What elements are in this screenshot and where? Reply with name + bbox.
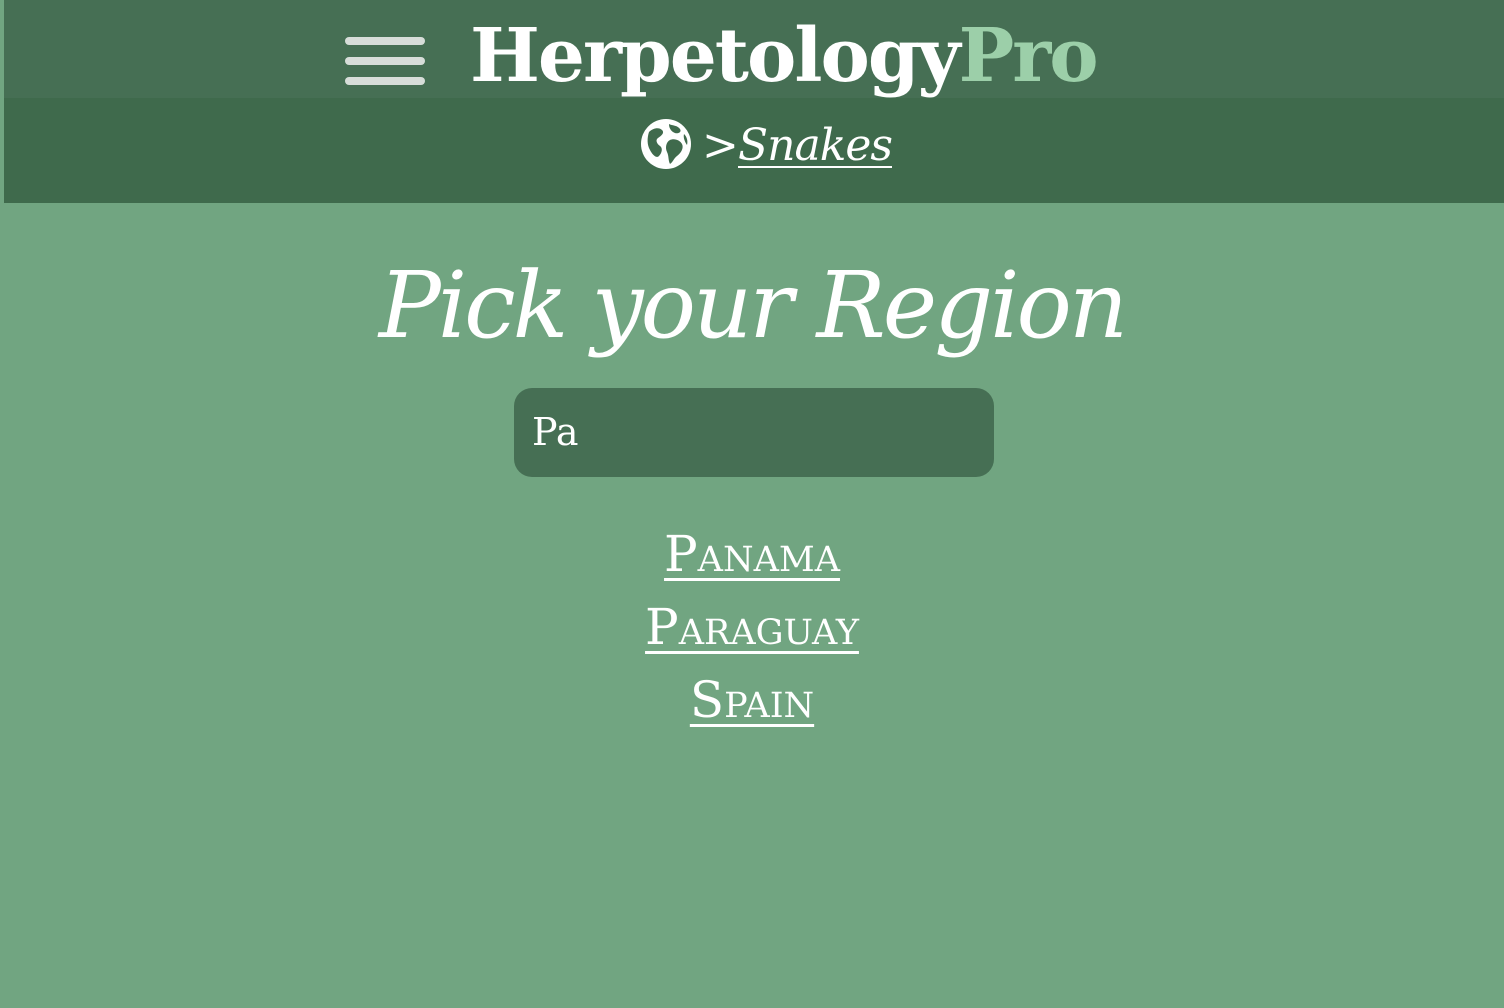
breadcrumb-separator: > [702, 120, 739, 171]
hamburger-bar-bottom [345, 77, 425, 85]
logo-text-main: Herpetology [470, 13, 961, 99]
region-link-panama[interactable]: Panama [664, 525, 840, 583]
list-item: Paraguay [0, 591, 1504, 664]
search-box [514, 388, 994, 477]
region-link-paraguay[interactable]: Paraguay [645, 598, 859, 656]
hamburger-bar-middle [345, 57, 425, 65]
globe-icon[interactable] [640, 118, 692, 170]
list-item: Spain [0, 664, 1504, 737]
logo-text-accent: Pro [958, 13, 1099, 99]
breadcrumb-current-link[interactable]: Snakes [738, 114, 893, 178]
site-header: HerpetologyPro > Snakes [4, 0, 1504, 203]
site-logo[interactable]: HerpetologyPro [470, 6, 1099, 106]
list-item: Panama [0, 518, 1504, 591]
region-search-input[interactable] [532, 402, 972, 462]
region-link-spain[interactable]: Spain [690, 671, 814, 729]
hamburger-bar-top [345, 37, 425, 45]
region-results-list: Panama Paraguay Spain [0, 518, 1504, 737]
menu-button[interactable] [345, 34, 425, 88]
page-title: Pick your Region [378, 252, 1128, 359]
